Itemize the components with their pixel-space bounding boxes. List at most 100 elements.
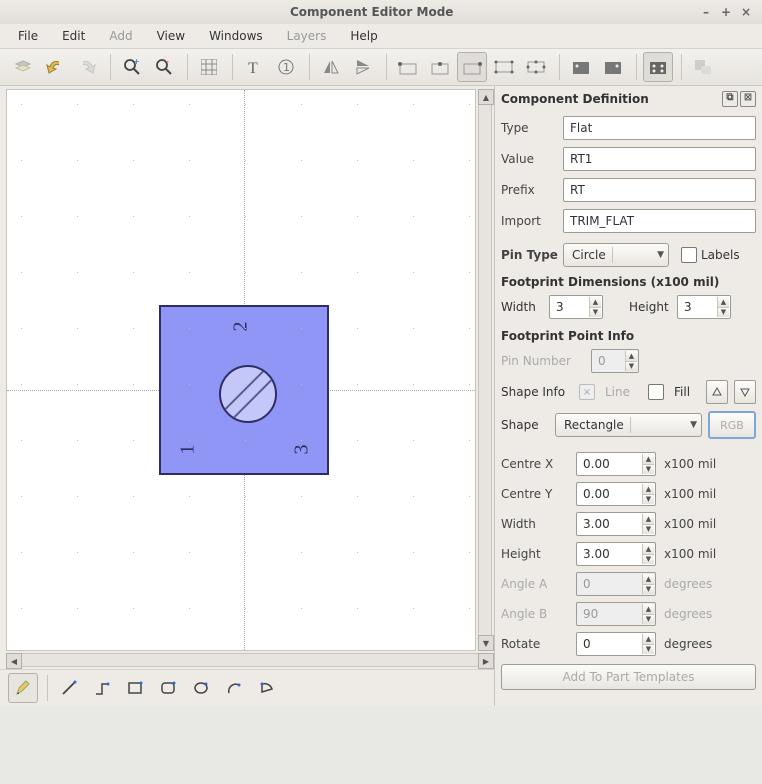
menu-windows[interactable]: Windows: [199, 27, 273, 45]
line-checkbox: ×: [579, 384, 595, 400]
prefix-input[interactable]: RT: [563, 178, 756, 202]
scroll-up-button[interactable]: ▲: [478, 89, 494, 105]
import-label: Import: [501, 214, 563, 228]
grid-button[interactable]: [194, 52, 224, 82]
shape-height-input[interactable]: 3.00▲▼: [576, 542, 656, 566]
chevron-down-icon: ▼: [657, 250, 664, 260]
value-input[interactable]: RT1: [563, 147, 756, 171]
enumerate-button[interactable]: 1: [271, 52, 301, 82]
pin-number-label: Pin Number: [501, 354, 591, 368]
scroll-left-button[interactable]: ◀: [6, 653, 22, 669]
pin-label-2: 2: [230, 322, 253, 332]
zoom-out-button[interactable]: –: [149, 52, 179, 82]
dim-height-label: Height: [629, 300, 669, 314]
scroll-right-button[interactable]: ▶: [478, 653, 494, 669]
fill-checkbox[interactable]: [648, 384, 664, 400]
flip-h-button[interactable]: [316, 52, 346, 82]
arc-tool-button[interactable]: [219, 673, 249, 703]
rotate-unit: degrees: [664, 637, 712, 651]
angle-a-unit: degrees: [664, 577, 712, 591]
snap1-button[interactable]: [393, 52, 423, 82]
redo-button: [72, 52, 102, 82]
svg-text:–: –: [165, 58, 169, 66]
centre-y-unit: x100 mil: [664, 487, 716, 501]
undo-button[interactable]: [40, 52, 70, 82]
svg-text:1: 1: [283, 61, 290, 74]
panel-close-button[interactable]: ⊠: [740, 91, 756, 107]
component-shape[interactable]: 1 2 3: [159, 305, 329, 475]
menu-edit[interactable]: Edit: [52, 27, 95, 45]
polyline-tool-button[interactable]: [87, 673, 117, 703]
value-label: Value: [501, 152, 563, 166]
window-maximize-button[interactable]: +: [718, 4, 734, 20]
horizontal-scrollbar[interactable]: ◀ ▶: [6, 653, 494, 667]
canvas[interactable]: 1 2 3: [6, 89, 476, 651]
snap5-button[interactable]: [521, 52, 551, 82]
snap7-button[interactable]: [598, 52, 628, 82]
window-minimize-button[interactable]: –: [698, 4, 714, 20]
add-to-templates-button[interactable]: Add To Part Templates: [501, 664, 756, 690]
scroll-down-button[interactable]: ▼: [478, 635, 494, 651]
line-label: Line: [605, 385, 630, 399]
type-label: Type: [501, 121, 563, 135]
snap4-button[interactable]: [489, 52, 519, 82]
centre-y-label: Centre Y: [501, 487, 576, 501]
menu-view[interactable]: View: [147, 27, 195, 45]
pencil-tool-button[interactable]: [8, 673, 38, 703]
ellipse-tool-button[interactable]: [186, 673, 216, 703]
labels-checkbox[interactable]: [681, 247, 697, 263]
snap6-button[interactable]: [566, 52, 596, 82]
shape-height-label: Height: [501, 547, 576, 561]
pie-tool-button[interactable]: [252, 673, 282, 703]
menu-layers: Layers: [277, 27, 337, 45]
type-input[interactable]: Flat: [563, 116, 756, 140]
window-close-button[interactable]: ×: [738, 4, 754, 20]
dim-width-input[interactable]: 3 ▲▼: [549, 295, 603, 319]
window-titlebar: Component Editor Mode – + ×: [0, 0, 762, 24]
shape-label: Shape: [501, 418, 549, 432]
roundrect-tool-button[interactable]: [153, 673, 183, 703]
centre-x-input[interactable]: 0.00▲▼: [576, 452, 656, 476]
move-up-button[interactable]: [706, 380, 728, 404]
component-circle-icon: [219, 365, 277, 423]
centre-y-input[interactable]: 0.00▲▼: [576, 482, 656, 506]
window-title: Component Editor Mode: [290, 5, 453, 19]
angle-b-label: Angle B: [501, 607, 576, 621]
snap2-button[interactable]: [425, 52, 455, 82]
snap8-button[interactable]: [643, 52, 673, 82]
rotate-input[interactable]: 0▲▼: [576, 632, 656, 656]
panel-undock-button[interactable]: ⧉: [722, 91, 738, 107]
angle-a-label: Angle A: [501, 577, 576, 591]
dimensions-heading: Footprint Dimensions (x100 mil): [501, 275, 756, 289]
menu-file[interactable]: File: [8, 27, 48, 45]
shape-select[interactable]: Rectangle ▼: [555, 413, 702, 437]
rect-tool-button[interactable]: [120, 673, 150, 703]
vertical-scrollbar[interactable]: ▲ ▼: [478, 89, 492, 651]
main-toolbar: + – T 1: [0, 48, 762, 86]
menu-bar: File Edit Add View Windows Layers Help: [0, 24, 762, 48]
dim-height-input[interactable]: 3 ▲▼: [677, 295, 731, 319]
pin-type-label: Pin Type: [501, 248, 563, 262]
pin-type-select[interactable]: Circle ▼: [563, 243, 669, 267]
angle-b-input: 90▲▼: [576, 602, 656, 626]
shape-width-unit: x100 mil: [664, 517, 716, 531]
rotate-label: Rotate: [501, 637, 576, 651]
shape-width-input[interactable]: 3.00▲▼: [576, 512, 656, 536]
text-tool-button[interactable]: T: [239, 52, 269, 82]
chevron-down-icon: ▼: [690, 420, 697, 430]
rgb-button[interactable]: RGB: [708, 411, 756, 439]
snap3-button[interactable]: [457, 52, 487, 82]
shape-width-label: Width: [501, 517, 576, 531]
shape-info-label: Shape Info: [501, 385, 573, 399]
import-input[interactable]: TRIM_FLAT: [563, 209, 756, 233]
fill-label: Fill: [674, 385, 690, 399]
flip-v-button[interactable]: [348, 52, 378, 82]
line-tool-button[interactable]: [54, 673, 84, 703]
layer-icon: [8, 52, 38, 82]
dim-width-label: Width: [501, 300, 541, 314]
zoom-in-button[interactable]: +: [117, 52, 147, 82]
move-down-button[interactable]: [734, 380, 756, 404]
centre-x-unit: x100 mil: [664, 457, 716, 471]
menu-help[interactable]: Help: [340, 27, 387, 45]
shape-height-unit: x100 mil: [664, 547, 716, 561]
